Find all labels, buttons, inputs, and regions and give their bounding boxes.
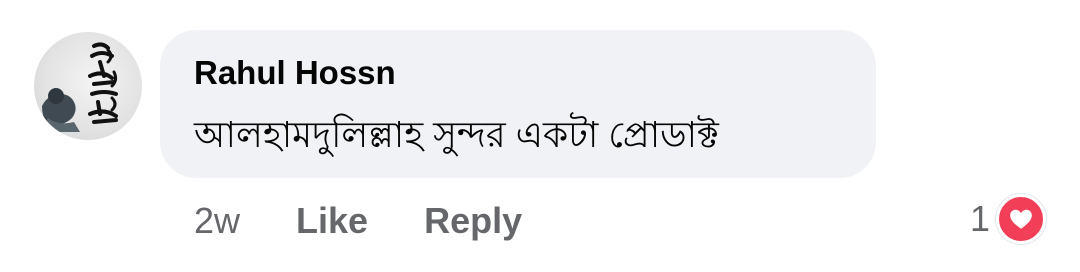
timestamp[interactable]: 2w [194,200,240,242]
avatar[interactable] [34,32,142,140]
heart-icon[interactable] [996,194,1046,244]
avatar-image [40,42,118,132]
reactions-summary[interactable]: 1 [969,194,1046,244]
like-button[interactable]: Like [296,200,368,242]
reaction-count: 1 [969,198,990,239]
comment-actions: 2w Like Reply [194,198,522,244]
heart-icon-glyph [1010,209,1032,229]
comment-text: আলহামদুলিল্লাহ সুন্দর একটা প্রোডাক্ট [194,114,719,155]
author-name[interactable]: Rahul Hossn [194,54,396,92]
comment: Rahul Hossn আলহামদুলিল্লাহ সুন্দর একটা প… [0,0,1080,272]
comment-bubble: Rahul Hossn আলহামদুলিল্লাহ সুন্দর একটা প… [160,30,876,178]
reply-button[interactable]: Reply [424,200,522,242]
